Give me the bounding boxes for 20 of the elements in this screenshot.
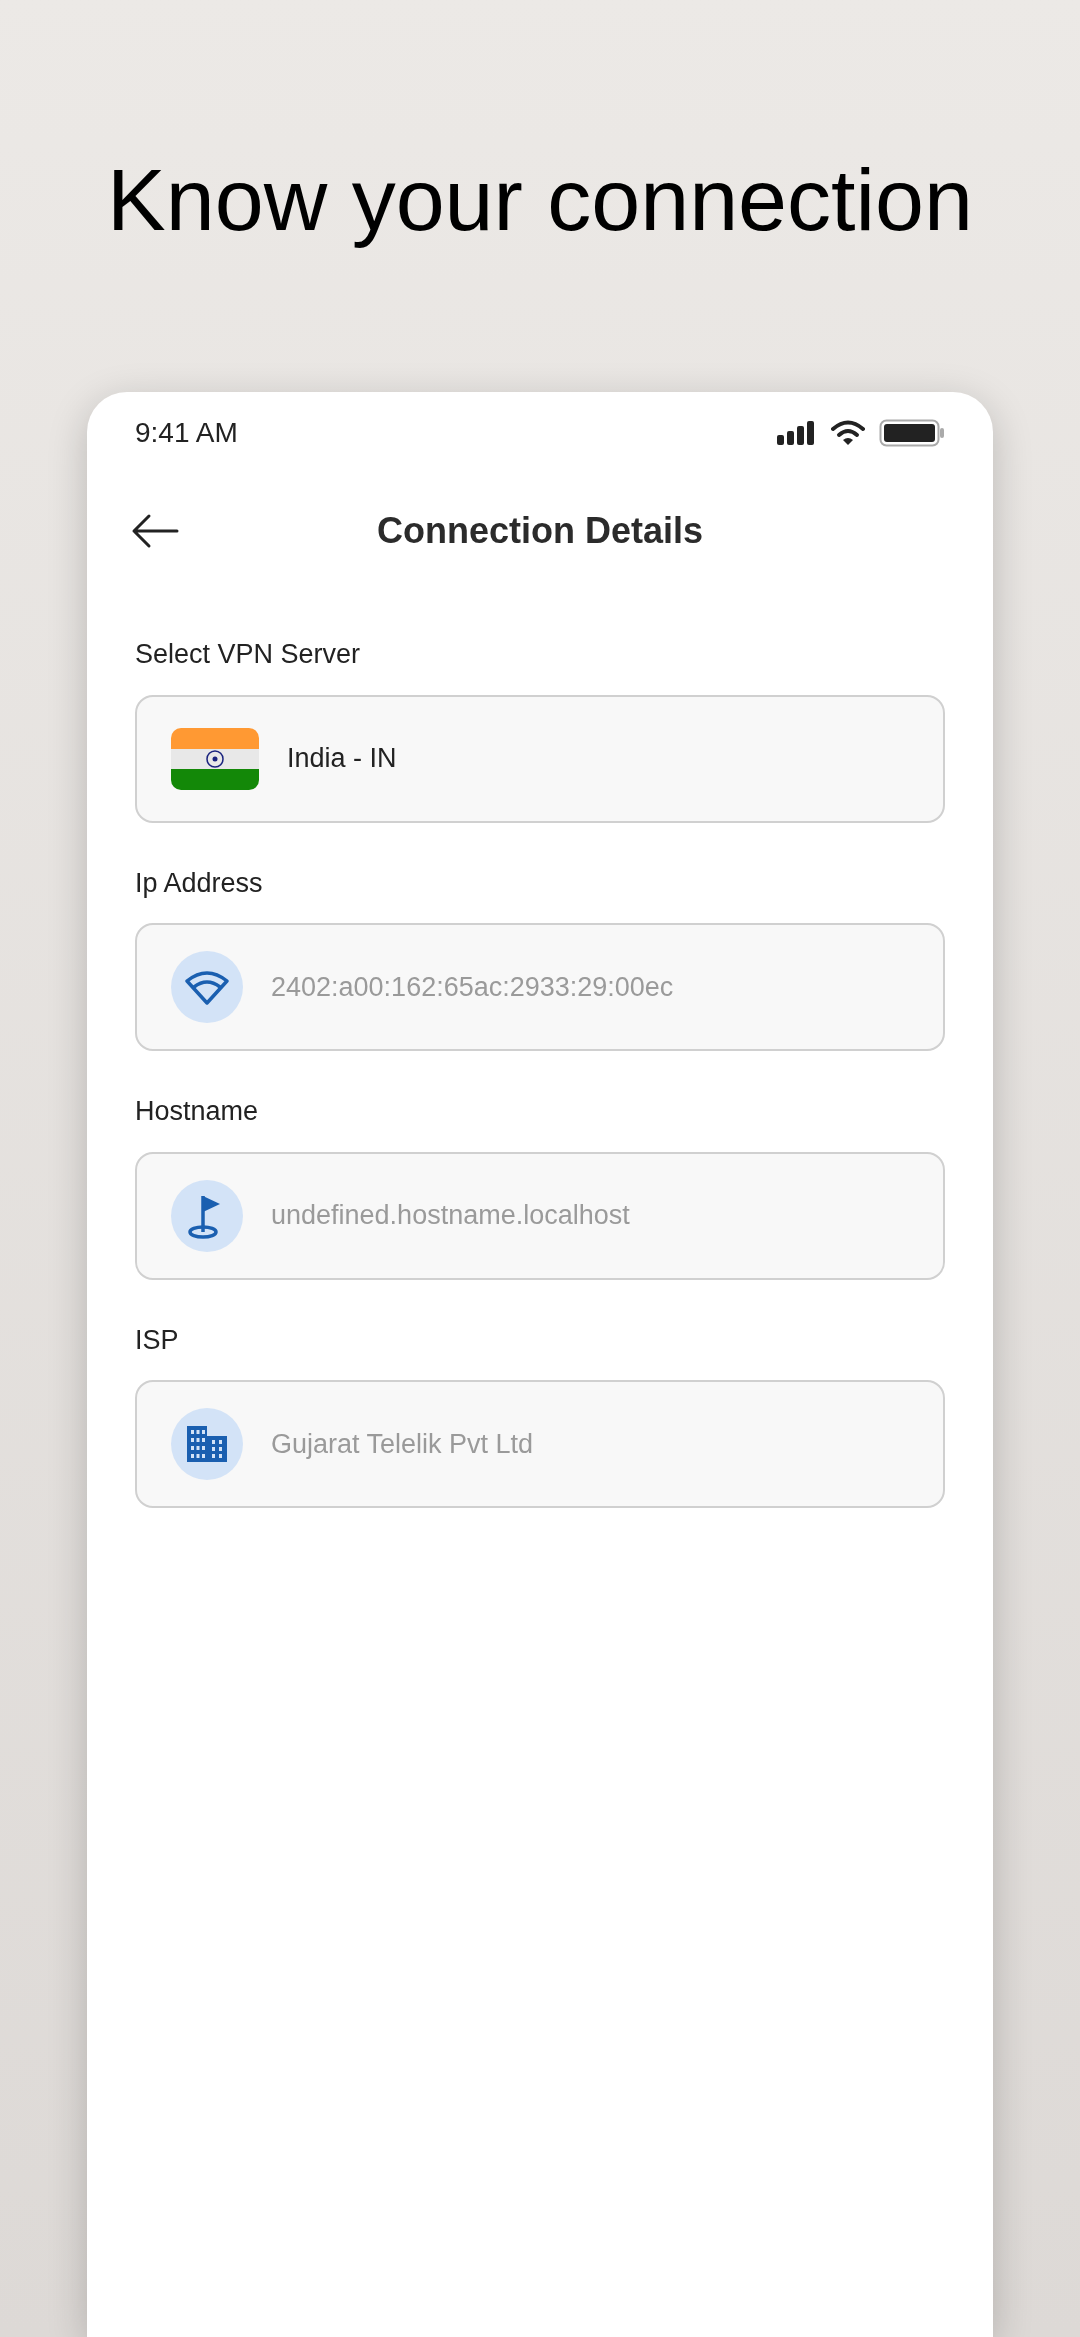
wifi-icon xyxy=(831,420,865,446)
status-time: 9:41 AM xyxy=(135,416,238,450)
screen-title: Connection Details xyxy=(376,509,703,553)
field-label: ISP xyxy=(135,1323,180,1357)
back-arrow-icon xyxy=(131,513,179,549)
field-label: Hostname xyxy=(135,1095,260,1128)
signal-icon xyxy=(777,421,817,445)
field-value: Gujarat Telelik Pvt Ltd xyxy=(271,1427,534,1461)
info-field[interactable]: Gujarat Telelik Pvt Ltd xyxy=(135,1380,945,1508)
flag-icon xyxy=(171,727,259,790)
field-value: undefined.hostname.localhost xyxy=(271,1199,630,1233)
info-field[interactable]: undefined.hostname.localhost xyxy=(135,1151,945,1280)
field-label: Select VPN Server xyxy=(135,638,362,671)
headline: Know your connection xyxy=(107,150,973,250)
server-select[interactable]: India - IN xyxy=(135,694,945,823)
battery-icon xyxy=(879,419,945,447)
field-value: 2402:a00:162:65ac:2933:29:00ec xyxy=(271,970,674,1004)
field-label: Ip Address xyxy=(135,866,264,900)
info-field[interactable]: 2402:a00:162:65ac:2933:29:00ec xyxy=(135,923,945,1051)
field-value: India - IN xyxy=(287,742,397,776)
